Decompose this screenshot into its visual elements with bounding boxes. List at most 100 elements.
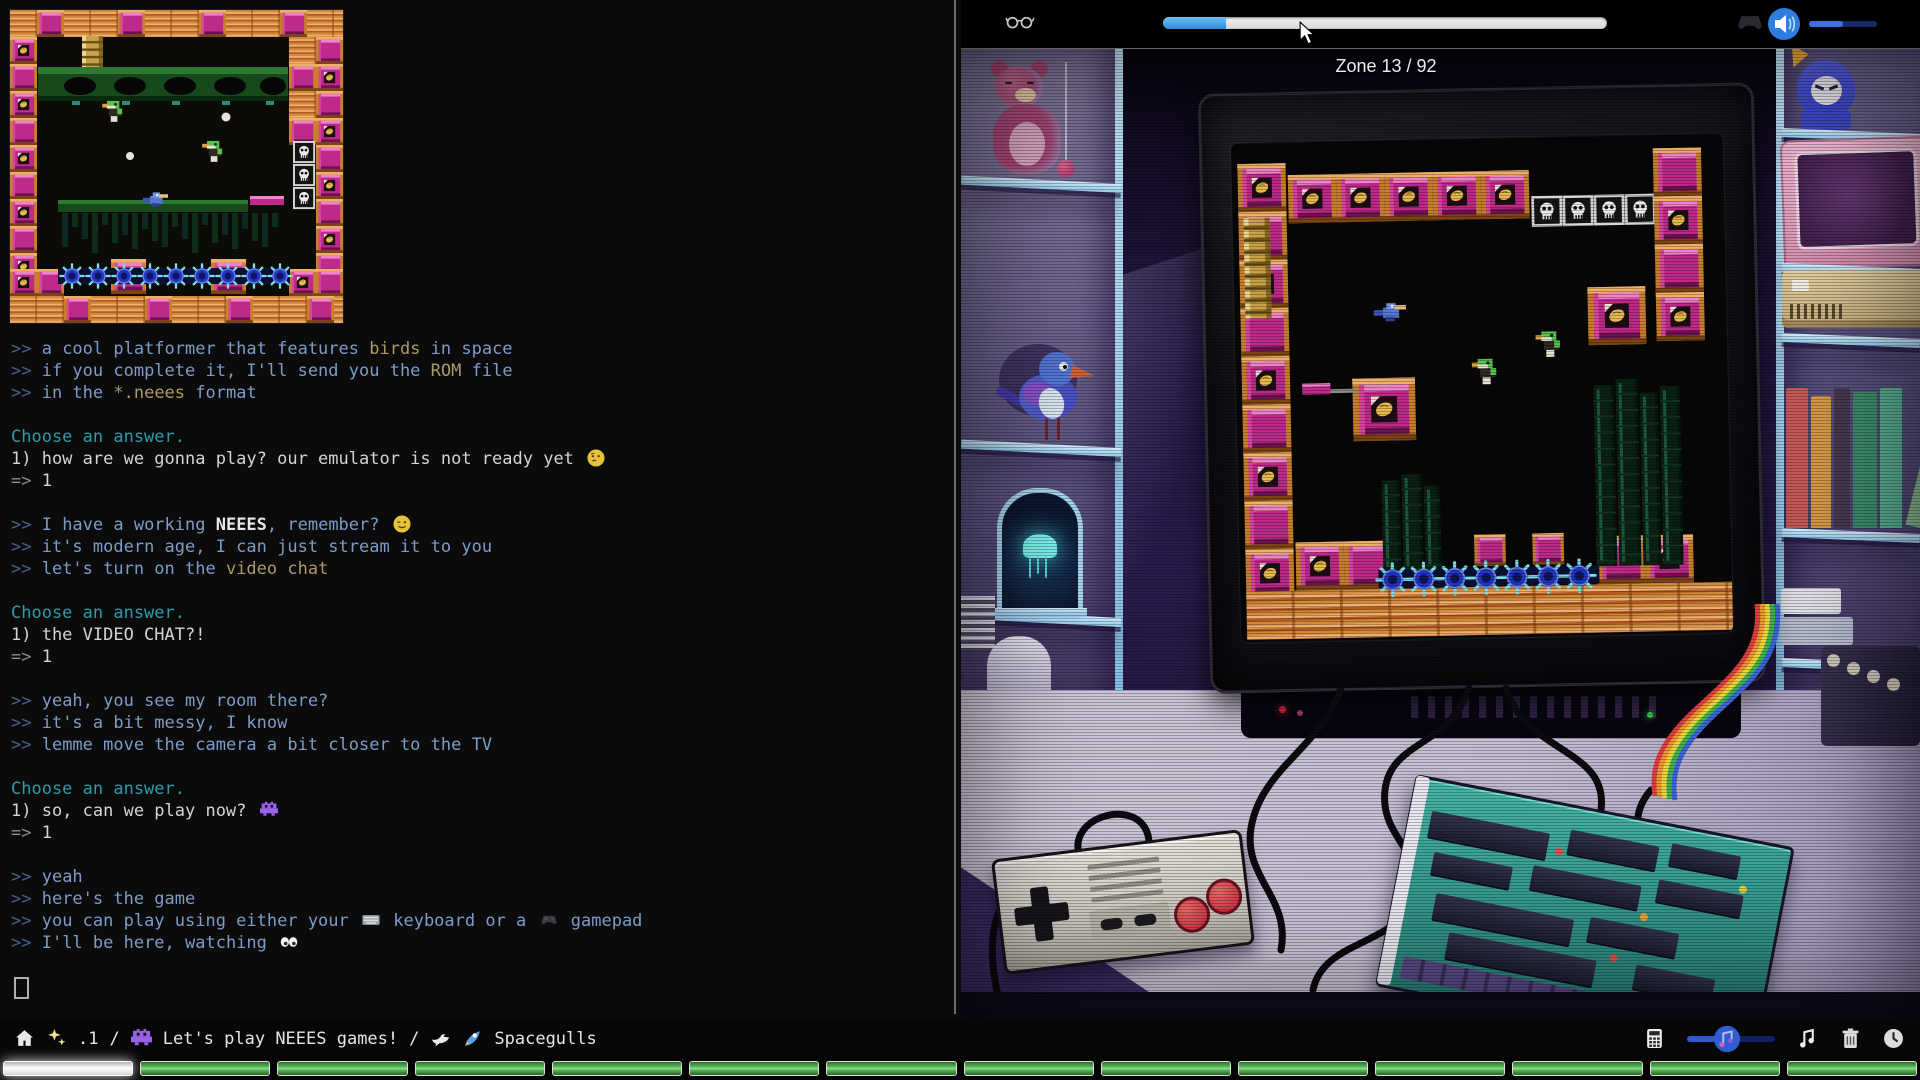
- shelf-board: [1782, 528, 1920, 543]
- zone-seek-fill: [1163, 17, 1226, 29]
- zone-progress-bar: [0, 1057, 1920, 1080]
- speaker-button[interactable]: [1767, 7, 1801, 41]
- terminal-line: >> if you complete it, I'll send you the…: [11, 360, 642, 382]
- app-window: >> a cool platformer that features birds…: [0, 0, 1920, 1080]
- zone-segment: [964, 1061, 1094, 1076]
- zone-segment: [1512, 1061, 1642, 1076]
- zone-progress-label: Zone 13 / 92: [1311, 56, 1461, 77]
- terminal-line: >> a cool platformer that features birds…: [11, 338, 642, 360]
- home-icon[interactable]: [14, 1028, 35, 1049]
- music-slider-knob[interactable]: [1713, 1025, 1741, 1053]
- beige-console: [1782, 270, 1920, 328]
- terminal-line: >> I'll be here, watching: [11, 932, 642, 954]
- sparkles-icon: [46, 1028, 67, 1049]
- alien-icon: [131, 1028, 152, 1049]
- shelf-board: [1782, 333, 1920, 348]
- pink-crt-monitor: [1780, 135, 1920, 270]
- volume-fill: [1809, 21, 1843, 27]
- bookshelf: [1786, 380, 1920, 528]
- taskbar-right: [1644, 1028, 1904, 1049]
- terminal-line: [11, 668, 642, 690]
- taskbar-left: .1 / Let's play NEEES games! / Spacegulls: [0, 1028, 597, 1049]
- calculator-icon[interactable]: [1644, 1028, 1665, 1049]
- zone-segment: [1101, 1061, 1231, 1076]
- clock-icon[interactable]: [1883, 1028, 1904, 1049]
- terminal-line: => 1: [11, 470, 642, 492]
- power-led: [1279, 706, 1286, 713]
- zone-segment: [1650, 1061, 1780, 1076]
- spectator-glasses-icon: [1005, 13, 1035, 35]
- gamepad-icon: [540, 911, 558, 935]
- terminal-line: => 1: [11, 646, 642, 668]
- alien-icon: [260, 801, 278, 825]
- zone-segment: [140, 1061, 270, 1076]
- zone-segment: [277, 1061, 407, 1076]
- path-separator: /: [109, 1029, 119, 1049]
- music-volume-slider[interactable]: [1687, 1036, 1775, 1042]
- terminal-line: >> you can play using either your keyboa…: [11, 910, 642, 932]
- zone-segment: [1238, 1061, 1368, 1076]
- terminal-line: Choose an answer.: [11, 778, 642, 800]
- tv-game-screen: [1231, 133, 1733, 643]
- terminal-line: [11, 580, 642, 602]
- terminal-line: >> let's turn on the video chat: [11, 558, 642, 580]
- status-led: [1297, 710, 1303, 716]
- terminal-line: Choose an answer.: [11, 426, 642, 448]
- terminal-line: [11, 756, 642, 778]
- workspace-label: .1: [78, 1029, 98, 1049]
- mouse-cursor: [1299, 21, 1315, 45]
- terminal-line: >> lemme move the camera a bit closer to…: [11, 734, 642, 756]
- zone-segment: [1375, 1061, 1505, 1076]
- terminal-line: 1) so, can we play now?: [11, 800, 642, 822]
- zone-segment: [415, 1061, 545, 1076]
- terminal-line: [11, 954, 642, 976]
- terminal-pane[interactable]: >> a cool platformer that features birds…: [0, 0, 961, 1020]
- eyes-icon: [280, 933, 298, 957]
- keyboard-icon: [362, 911, 380, 935]
- terminal-output: >> a cool platformer that features birds…: [11, 338, 642, 998]
- retro-computer: [1821, 646, 1920, 746]
- green-led: [1647, 712, 1653, 718]
- taskbar: .1 / Let's play NEEES games! / Spacegulls: [0, 1020, 1920, 1057]
- rocket-icon: [462, 1028, 483, 1049]
- volume-slider[interactable]: [1809, 21, 1877, 27]
- zone-seek-bar[interactable]: [1163, 17, 1607, 29]
- terminal-line: >> in the *.neees format: [11, 382, 642, 404]
- terminal-line: Choose an answer.: [11, 602, 642, 624]
- thinking-face-icon: [587, 449, 605, 473]
- right-shelf: [1776, 48, 1920, 748]
- music-icon[interactable]: [1797, 1028, 1818, 1049]
- block-cursor-icon: [14, 977, 29, 1001]
- terminal-line: [11, 976, 642, 998]
- game-title: Spacegulls: [494, 1029, 596, 1049]
- blue-bird: [1011, 352, 1103, 452]
- game-thumbnail: [10, 10, 343, 323]
- hooded-figurine: [1785, 52, 1869, 130]
- thumb-platform: [38, 67, 288, 105]
- terminal-line: >> yeah: [11, 866, 642, 888]
- stacked-papers: [961, 596, 995, 650]
- terminal-line: 1) how are we gonna play? our emulator i…: [11, 448, 642, 470]
- terminal-scrollbar[interactable]: [954, 0, 956, 1014]
- terminal-line: >> I have a working NEEES, remember?: [11, 514, 642, 536]
- zone-segment: [552, 1061, 682, 1076]
- desk-front-edge: [961, 992, 1920, 1020]
- zone-segment: [1787, 1061, 1917, 1076]
- left-shelf: [961, 48, 1123, 700]
- small-boxes: [1781, 588, 1853, 645]
- crt-tv: [1198, 82, 1766, 694]
- trash-icon[interactable]: [1840, 1028, 1861, 1049]
- gamepad-icon: [1736, 14, 1764, 32]
- room-scene: Zone 13 / 92: [961, 48, 1920, 1020]
- session-title: Let's play NEEES games!: [163, 1029, 398, 1049]
- terminal-line: [11, 404, 642, 426]
- terminal-line: >> it's modern age, I can just stream it…: [11, 536, 642, 558]
- white-gadget: [987, 636, 1051, 694]
- zone-segment: [826, 1061, 956, 1076]
- path-separator: /: [409, 1029, 419, 1049]
- terminal-line: [11, 844, 642, 866]
- terminal-line: 1) the VIDEO CHAT?!: [11, 624, 642, 646]
- terminal-line: [11, 492, 642, 514]
- shelf-edge: [1115, 48, 1123, 700]
- teddy-bear: [979, 62, 1083, 186]
